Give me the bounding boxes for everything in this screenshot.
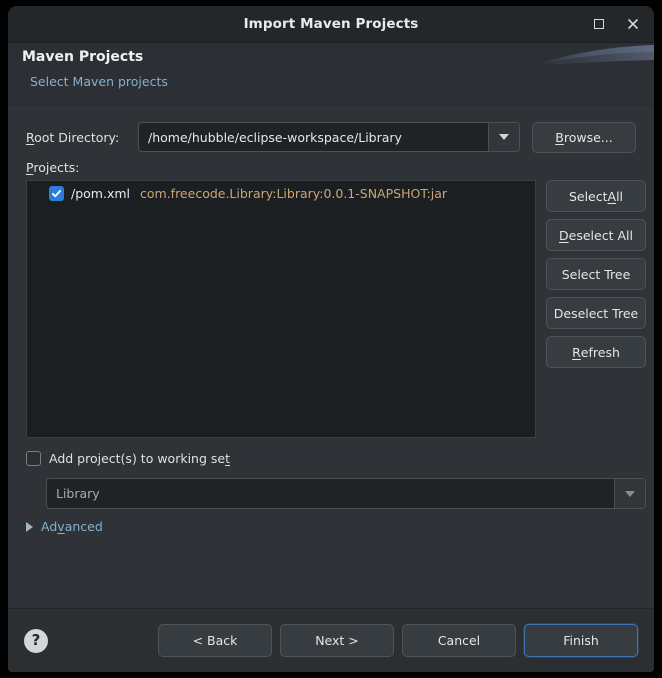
browse-label-mnemonic: B <box>555 129 564 145</box>
root-directory-input[interactable]: /home/hubble/eclipse-workspace/Library <box>139 123 488 151</box>
deselect-all-button[interactable]: Deselect All <box>546 219 646 251</box>
window-controls <box>588 6 644 42</box>
cancel-button[interactable]: Cancel <box>402 624 516 657</box>
projects-tree[interactable]: /pom.xml com.freecode.Library:Library:0.… <box>26 180 536 438</box>
dialog-body: Root Directory: /home/hubble/eclipse-wor… <box>8 106 654 608</box>
browse-label-rest: rowse... <box>563 129 613 145</box>
maximize-icon <box>594 19 604 29</box>
maximize-button[interactable] <box>588 13 610 35</box>
projects-label-rest: rojects: <box>33 160 80 175</box>
refresh-button[interactable]: Refresh <box>546 336 646 368</box>
deselect-tree-button[interactable]: Deselect Tree <box>546 297 646 329</box>
wizard-banner: Maven Projects Select Maven projects <box>8 43 654 106</box>
deselect-all-mnemonic: D <box>559 227 569 243</box>
footer-buttons: < Back Next > Cancel Finish <box>158 624 638 657</box>
root-directory-combo[interactable]: /home/hubble/eclipse-workspace/Library <box>138 122 520 152</box>
working-set-label: Add project(s) to working set <box>49 451 230 466</box>
select-all-button[interactable]: Select All <box>546 180 646 212</box>
check-icon <box>51 189 62 197</box>
select-tree-button[interactable]: Select Tree <box>546 258 646 290</box>
close-icon <box>627 18 639 30</box>
advanced-label-pre: Ad <box>41 519 58 534</box>
import-maven-projects-dialog: Import Maven Projects Maven Projects Sel… <box>8 6 654 672</box>
deselect-tree-pre: Deselect Tree <box>553 305 639 321</box>
help-icon[interactable]: ? <box>24 628 48 653</box>
working-set-label-mnemonic: t <box>225 451 230 466</box>
project-pom-path: /pom.xml <box>71 185 130 201</box>
window-title: Import Maven Projects <box>243 16 419 32</box>
refresh-post: efresh <box>580 344 620 360</box>
project-checkbox[interactable] <box>49 185 64 201</box>
working-set-combo-row: Library <box>46 478 646 509</box>
advanced-expander[interactable]: Advanced <box>26 519 103 534</box>
working-set-checkbox-row[interactable]: Add project(s) to working set <box>26 451 230 466</box>
select-all-mnemonic: A <box>607 188 617 204</box>
project-maven-coordinates: com.freecode.Library:Library:0.0.1-SNAPS… <box>140 185 448 201</box>
advanced-label: Advanced <box>41 519 103 534</box>
advanced-label-mnemonic: v <box>57 519 65 534</box>
title-bar[interactable]: Import Maven Projects <box>8 6 654 43</box>
projects-label: Projects: <box>26 160 80 175</box>
chevron-down-icon <box>499 134 509 140</box>
root-directory-label-mnemonic: R <box>26 129 35 145</box>
chevron-down-icon <box>625 490 635 497</box>
tree-actions: Select All Deselect All Select Tree Dese… <box>546 180 646 368</box>
finish-button[interactable]: Finish <box>524 624 638 657</box>
working-set-dropdown-button[interactable] <box>614 479 645 508</box>
root-directory-label-rest: oot Directory: <box>34 129 120 145</box>
select-all-post: ll <box>616 188 624 204</box>
working-set-combo[interactable]: Library <box>46 478 646 509</box>
next-button[interactable]: Next > <box>280 624 394 657</box>
close-button[interactable] <box>622 13 644 35</box>
root-directory-dropdown-button[interactable] <box>488 123 519 151</box>
page-subtitle: Select Maven projects <box>30 74 168 89</box>
working-set-value[interactable]: Library <box>47 479 614 508</box>
chevron-right-icon <box>26 521 33 532</box>
working-set-label-pre: Add project(s) to working se <box>49 451 226 466</box>
tree-row[interactable]: /pom.xml com.freecode.Library:Library:0.… <box>27 181 535 205</box>
root-directory-row: Root Directory: /home/hubble/eclipse-wor… <box>8 121 654 153</box>
banner-swoosh-graphic <box>534 45 654 65</box>
page-title: Maven Projects <box>22 49 144 65</box>
back-button[interactable]: < Back <box>158 624 272 657</box>
dialog-footer: ? < Back Next > Cancel Finish <box>8 608 654 672</box>
working-set-checkbox[interactable] <box>26 451 41 466</box>
advanced-label-post: anced <box>64 519 103 534</box>
select-tree-pre: Select Tree <box>561 266 631 282</box>
refresh-mnemonic: R <box>572 344 581 360</box>
browse-button[interactable]: Browse... <box>532 121 636 153</box>
select-all-pre: Select <box>568 188 608 204</box>
root-directory-label: Root Directory: <box>26 130 138 145</box>
deselect-all-post: eselect All <box>568 227 633 243</box>
